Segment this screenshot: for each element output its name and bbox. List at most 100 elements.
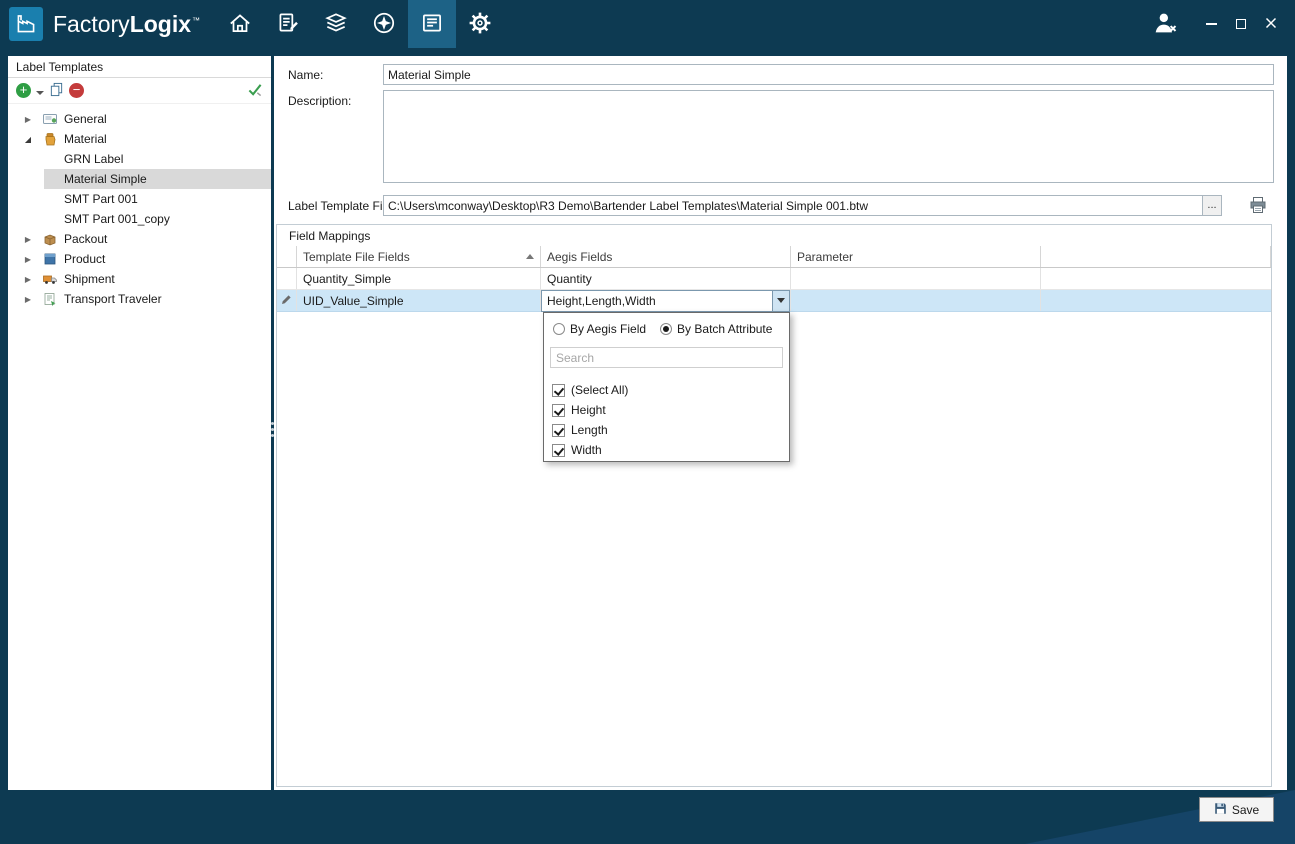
maximize-icon[interactable]	[1236, 19, 1246, 29]
column-header-parameter[interactable]: Parameter	[791, 246, 1041, 267]
template-file-input[interactable]	[384, 196, 1202, 215]
tree-item-shipment[interactable]: ▶ Shipment	[8, 269, 271, 289]
expander-icon[interactable]: ▶	[20, 275, 36, 284]
tree-item-label: Transport Traveler	[64, 292, 162, 306]
cell-template-field[interactable]: UID_Value_Simple	[297, 290, 541, 311]
tree-item-label: GRN Label	[8, 152, 123, 166]
settings-icon	[467, 10, 493, 39]
cell-empty	[1041, 268, 1271, 289]
home-icon	[227, 10, 253, 39]
expander-icon[interactable]: ▶	[20, 235, 36, 244]
tree-item-smt-part-001[interactable]: SMT Part 001	[8, 189, 271, 209]
search-input[interactable]	[550, 347, 783, 368]
tree-item-material[interactable]: ◢ Material	[8, 129, 271, 149]
expander-icon[interactable]: ▶	[20, 255, 36, 264]
row-selector-cell[interactable]	[277, 268, 297, 289]
combobox-dropdown-button[interactable]	[772, 291, 789, 311]
user-icon[interactable]	[1151, 10, 1179, 39]
tree-item-material-simple[interactable]: Material Simple	[8, 169, 271, 189]
radio-label: By Batch Attribute	[677, 322, 772, 336]
delete-icon[interactable]: −	[69, 83, 84, 98]
expander-icon[interactable]: ▶	[20, 115, 36, 124]
browse-button[interactable]: ...	[1202, 196, 1221, 215]
cell-empty	[1041, 290, 1271, 311]
save-button-label: Save	[1232, 803, 1259, 817]
tree-item-smt-part-001-copy[interactable]: SMT Part 001_copy	[8, 209, 271, 229]
print-icon[interactable]	[1248, 195, 1268, 215]
description-input[interactable]	[383, 90, 1274, 183]
brand-factory: Factory	[53, 11, 130, 37]
aegis-field-combobox[interactable]: Height,Length,Width	[541, 290, 790, 312]
field-mappings-panel: Field Mappings Template File Fields Aegi…	[276, 224, 1272, 787]
column-header-template-file-fields[interactable]: Template File Fields	[297, 246, 541, 267]
cell-template-field[interactable]: Quantity_Simple	[297, 268, 541, 289]
chevron-down-icon	[777, 298, 785, 307]
checkbox-icon	[552, 424, 565, 437]
tree-item-label: Shipment	[64, 272, 115, 286]
tree-item-label: SMT Part 001	[8, 192, 138, 206]
validate-icon[interactable]	[247, 82, 263, 100]
expander-icon[interactable]: ▶	[20, 295, 36, 304]
copy-icon[interactable]	[49, 82, 64, 100]
close-icon[interactable]	[1265, 17, 1277, 32]
sort-ascending-icon	[526, 250, 534, 259]
main-nav	[216, 0, 504, 48]
tree-item-transport-traveler[interactable]: ▶ Transport Traveler	[8, 289, 271, 309]
save-button[interactable]: Save	[1199, 797, 1274, 822]
row-selector-cell[interactable]	[277, 290, 297, 311]
template-tree: ▶ General ◢ Material GRN Label Material …	[8, 104, 271, 309]
product-icon	[42, 251, 58, 267]
save-icon	[1214, 802, 1227, 818]
add-dropdown-caret-icon[interactable]	[36, 91, 44, 99]
option-width[interactable]: Width	[544, 440, 789, 460]
row-selector-header	[277, 246, 297, 267]
cell-aegis-field[interactable]: Quantity	[541, 268, 791, 289]
tree-item-grn-label[interactable]: GRN Label	[8, 149, 271, 169]
checkbox-icon	[552, 384, 565, 397]
field-mappings-title: Field Mappings	[289, 229, 370, 243]
nav-home[interactable]	[216, 0, 264, 48]
material-icon	[42, 131, 58, 147]
transport-traveler-icon	[42, 291, 58, 307]
nav-settings[interactable]	[456, 0, 504, 48]
tree-item-label: Material Simple	[8, 172, 147, 186]
materials-icon	[323, 10, 349, 39]
add-icon[interactable]: +	[16, 83, 31, 98]
nav-materials[interactable]	[312, 0, 360, 48]
name-input[interactable]	[383, 64, 1274, 85]
column-header-aegis-fields[interactable]: Aegis Fields	[541, 246, 791, 267]
option-select-all[interactable]: (Select All)	[544, 380, 789, 400]
general-icon	[42, 111, 58, 127]
work-instructions-icon	[275, 10, 301, 39]
tree-item-label: Material	[64, 132, 107, 146]
combobox-value: Height,Length,Width	[542, 294, 772, 308]
option-length[interactable]: Length	[544, 420, 789, 440]
cell-parameter[interactable]	[791, 268, 1041, 289]
minimize-icon[interactable]	[1206, 23, 1217, 25]
template-file-label: Label Template File:	[288, 199, 395, 213]
nav-production[interactable]	[360, 0, 408, 48]
radio-icon	[660, 323, 672, 335]
column-header-label: Parameter	[797, 250, 853, 264]
mapping-row[interactable]: UID_Value_Simple Height,Length,Width	[277, 290, 1271, 312]
option-height[interactable]: Height	[544, 400, 789, 420]
option-label: Height	[571, 403, 606, 417]
radio-by-batch-attribute[interactable]: By Batch Attribute	[660, 322, 772, 336]
app-brand: FactoryLogix™	[53, 11, 200, 38]
cell-parameter[interactable]	[791, 290, 1041, 311]
brand-trademark: ™	[192, 16, 200, 25]
tree-item-product[interactable]: ▶ Product	[8, 249, 271, 269]
tree-item-general[interactable]: ▶ General	[8, 109, 271, 129]
option-label: Length	[571, 423, 608, 437]
expander-icon[interactable]: ◢	[20, 135, 36, 144]
nav-work-instructions[interactable]	[264, 0, 312, 48]
mapping-row[interactable]: Quantity_Simple Quantity	[277, 268, 1271, 290]
radio-by-aegis-field[interactable]: By Aegis Field	[553, 322, 646, 336]
nav-labels[interactable]	[408, 0, 456, 48]
column-header-empty	[1041, 246, 1271, 267]
radio-icon	[553, 323, 565, 335]
checkbox-icon	[552, 444, 565, 457]
production-icon	[371, 10, 397, 39]
window-controls	[1151, 10, 1295, 39]
tree-item-packout[interactable]: ▶ Packout	[8, 229, 271, 249]
